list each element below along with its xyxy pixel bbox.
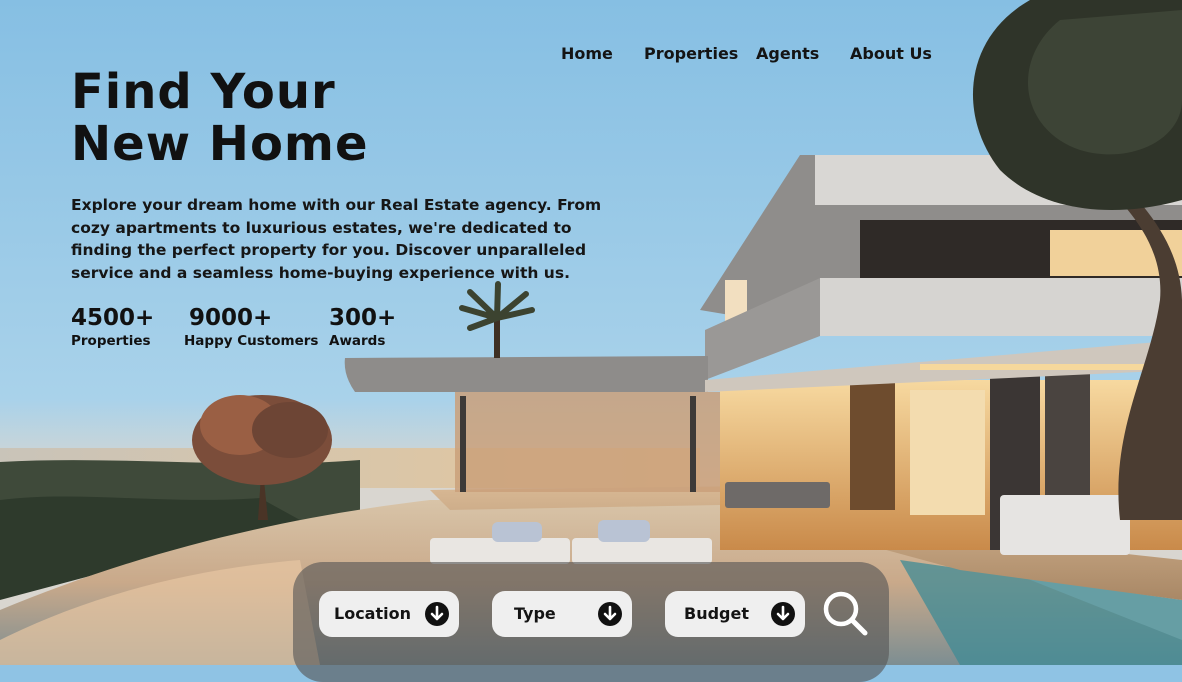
arrow-down-circle-icon (771, 602, 795, 626)
hero-title-line-2: New Home (71, 116, 369, 172)
nav-item-properties[interactable]: Properties (644, 44, 738, 63)
hero-title-line-1: Find Your (71, 64, 336, 120)
stat-properties: 4500+ Properties (71, 304, 154, 350)
stat-awards: 300+ Awards (329, 304, 396, 350)
hero-description-line: service and a seamless home-buying exper… (71, 263, 570, 282)
stat-value: 300+ (329, 305, 397, 331)
hero-title: Find Your New Home (71, 66, 369, 170)
hero-description-line: finding the perfect property for you. Di… (71, 241, 587, 259)
location-dropdown[interactable]: Location (319, 591, 459, 637)
budget-dropdown[interactable]: Budget (665, 591, 805, 637)
location-dropdown-label: Location (334, 604, 411, 623)
nav-item-home[interactable]: Home (561, 44, 613, 63)
arrow-down-circle-icon (598, 602, 622, 626)
budget-dropdown-label: Budget (684, 604, 749, 623)
nav-item-about-us[interactable]: About Us (850, 44, 932, 63)
stat-label: Awards (329, 333, 386, 349)
stat-value: 4500+ (71, 305, 155, 331)
hero-description: Explore your dream home with our Real Es… (71, 194, 602, 284)
search-icon[interactable] (820, 589, 870, 639)
stat-happy-customers: 9000+ Happy Customers (184, 304, 318, 350)
type-dropdown-label: Type (514, 604, 556, 623)
hero-description-line: Explore your dream home with our Real Es… (71, 196, 602, 214)
type-dropdown[interactable]: Type (492, 591, 632, 637)
arrow-down-circle-icon (425, 602, 449, 626)
property-search-bar: Location Type Budget (293, 562, 889, 682)
hero-description-line: cozy apartments to luxurious estates, we… (71, 218, 572, 237)
stat-label: Happy Customers (184, 333, 319, 349)
nav-item-agents[interactable]: Agents (756, 44, 819, 63)
stat-value: 9000+ (189, 305, 273, 331)
stat-label: Properties (71, 333, 151, 349)
